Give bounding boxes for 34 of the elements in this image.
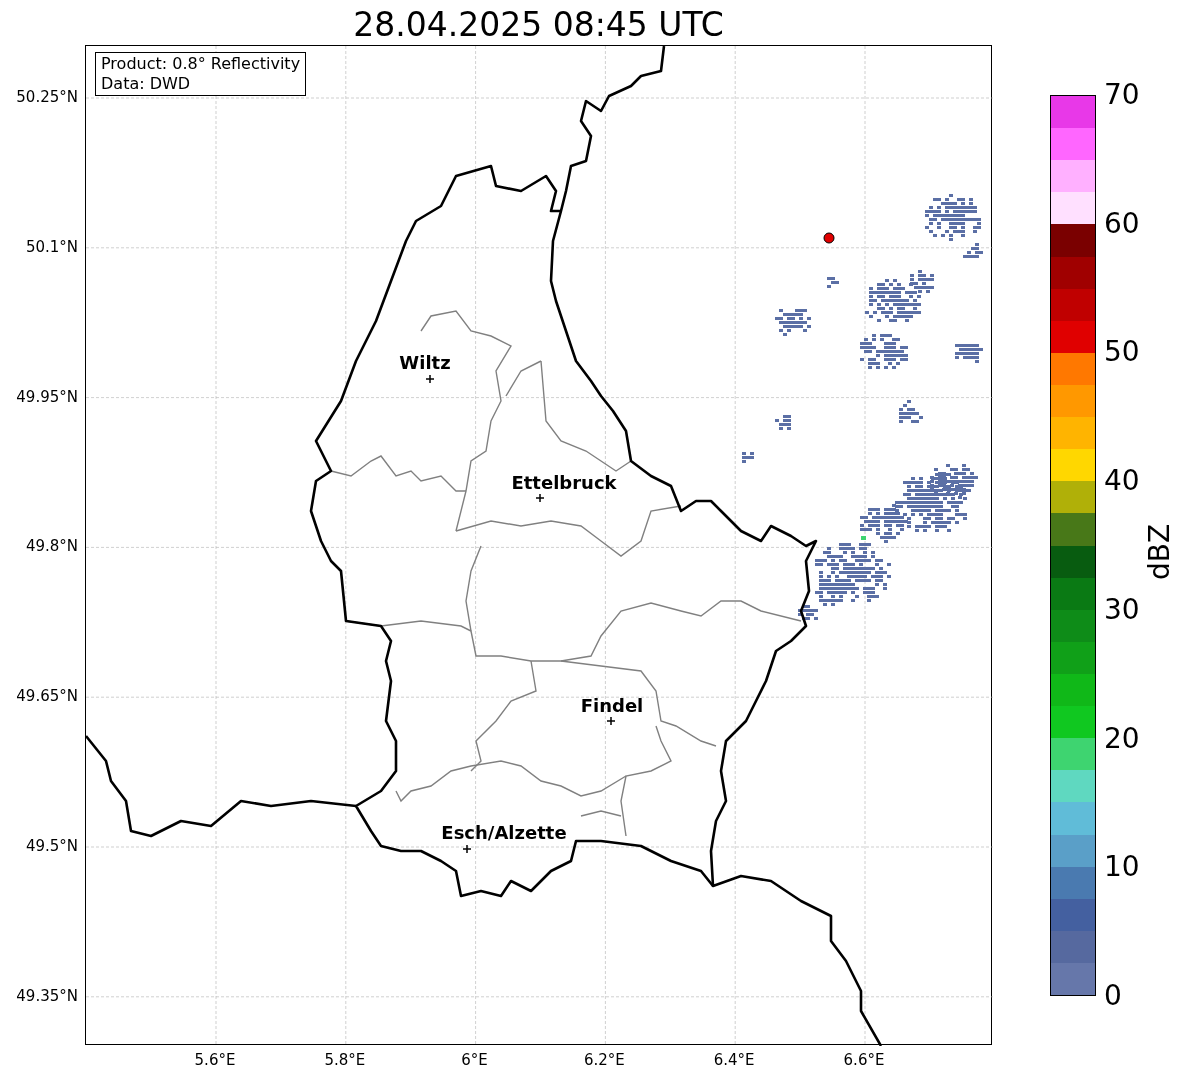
city-label: Findel <box>580 696 644 716</box>
latitude-tick-label: 50.1°N <box>25 237 78 256</box>
longitude-tick-label: 6°E <box>461 1051 488 1069</box>
city-marker-icon <box>462 844 472 854</box>
longitude-tick-label: 5.8°E <box>324 1051 366 1069</box>
latitude-tick-label: 50.25°N <box>16 88 78 106</box>
colorbar-tick-label: 60 <box>1104 207 1140 240</box>
colorbar-tick-label: 50 <box>1104 336 1140 369</box>
colorbar-tick-label: 20 <box>1104 722 1140 755</box>
city-label: Wiltz <box>399 353 451 373</box>
chart-title: 28.04.2025 08:45 UTC <box>353 5 724 45</box>
info-text: Data: DWD <box>101 74 192 94</box>
colorbar-tick-label: 10 <box>1104 851 1140 884</box>
colorbar-tick-label: 30 <box>1104 593 1140 626</box>
colorbar-tick-label: 0 <box>1104 980 1122 1012</box>
longitude-tick-label: 6.6°E <box>843 1051 885 1069</box>
longitude-tick-label: 5.6°E <box>194 1051 236 1069</box>
city-label: Esch/Alzette <box>441 823 567 843</box>
colorbar-tick-label: 40 <box>1104 465 1140 498</box>
latitude-tick-label: 49.65°N <box>16 687 78 706</box>
latitude-tick-label: 49.5°N <box>25 837 78 855</box>
city-label: Ettelbruck <box>511 473 617 493</box>
latitude-tick-label: 49.35°N <box>16 986 78 1005</box>
latitude-tick-label: 49.8°N <box>25 537 78 556</box>
city-marker-icon <box>535 493 545 503</box>
colorbar-tick-label: 70 <box>1104 79 1140 111</box>
info-text: Product: 0.8° Reflectivity <box>101 54 301 74</box>
colorbar-label: dBZ <box>1144 523 1176 581</box>
city-marker-icon <box>425 374 435 384</box>
city-marker-icon <box>606 716 616 726</box>
longitude-tick-label: 6.2°E <box>583 1051 625 1069</box>
location-dot <box>823 232 835 244</box>
longitude-tick-label: 6.4°E <box>713 1051 755 1069</box>
latitude-tick-label: 49.95°N <box>16 387 78 406</box>
